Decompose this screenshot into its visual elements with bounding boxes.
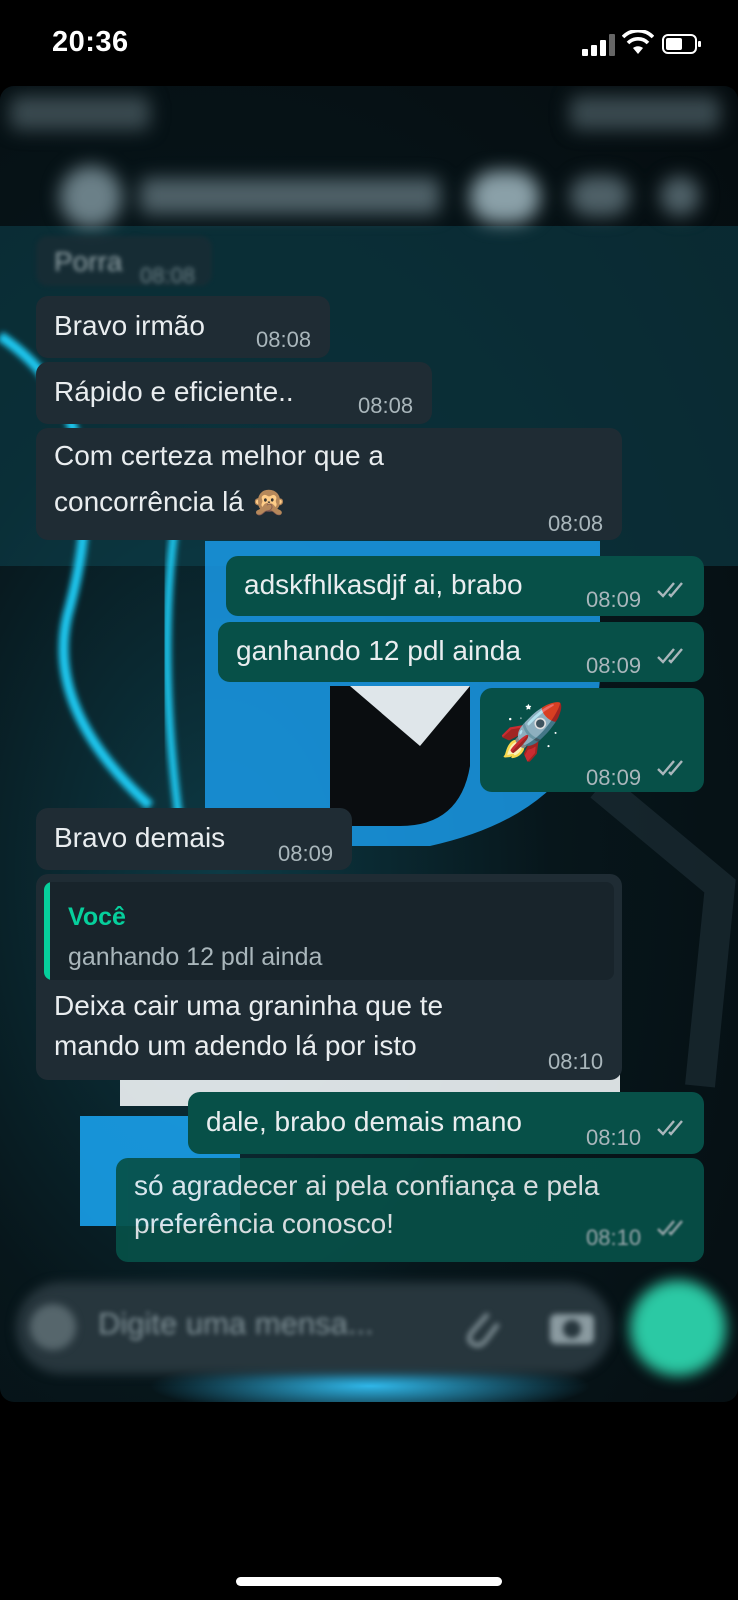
message-text-line: mando um adendo lá por isto [54,1030,417,1061]
double-check-icon [657,648,683,664]
message-time: 08:09 [278,841,334,866]
home-indicator[interactable] [236,1577,502,1586]
message-text: Rápido e eficiente.. [54,376,294,407]
video-call-icon[interactable] [470,171,540,223]
avatar[interactable] [60,166,122,228]
message-bubble[interactable]: Bravo demais 08:09 [36,808,352,870]
message-bubble-with-reply[interactable]: Você ganhando 12 pdl ainda Deixa cair um… [36,874,622,1080]
message-bubble[interactable]: Bravo irmão 08:08 [36,296,330,358]
cellular-signal-icon [582,34,616,56]
message-bubble-outgoing[interactable]: só agradecer ai pela confiança e pela pr… [116,1158,704,1262]
message-text-line: preferência conosco! [134,1208,394,1239]
attach-icon[interactable] [458,1302,502,1348]
status-time: 20:36 [52,26,129,58]
mic-button[interactable] [630,1280,726,1376]
message-text-line: concorrência lá 🙊 [54,486,287,517]
contact-name[interactable] [140,178,440,214]
message-text: dale, brabo demais mano [206,1106,522,1137]
message-input-placeholder[interactable]: Digite uma mensa... [98,1306,374,1342]
message-composer: Digite uma mensa... [0,1264,738,1402]
message-bubble-outgoing[interactable]: dale, brabo demais mano 08:10 [188,1092,704,1154]
message-text: adskfhlkasdjf ai, brabo [244,569,523,600]
message-time: 08:09 [586,653,642,678]
message-time: 08:10 [586,1125,642,1150]
chat-header-blurred [0,86,738,236]
menu-icon[interactable] [660,176,700,216]
message-bubble[interactable]: Rápido e eficiente.. 08:08 [36,362,432,424]
double-check-icon [657,1220,683,1236]
message-time: 08:08 [256,327,312,352]
message-time: 08:08 [140,263,196,288]
quoted-text: ganhando 12 pdl ainda [68,943,323,971]
message-text-line: Deixa cair uma graninha que te [54,990,444,1021]
message-time: 08:08 [548,511,604,536]
message-bubble-outgoing[interactable]: ganhando 12 pdl ainda 08:09 [218,622,704,682]
message-text: Bravo demais [54,822,226,853]
message-text-line: só agradecer ai pela confiança e pela [134,1170,600,1201]
status-bar: 20:36 [0,0,738,86]
message-time: 08:09 [586,765,642,790]
double-check-icon [657,760,683,776]
camera-icon[interactable] [546,1304,598,1348]
header-back[interactable] [10,96,150,130]
double-check-icon [657,582,683,598]
message-emoji: 🚀 [498,702,566,762]
message-text: Porra [54,246,123,277]
message-time: 08:08 [358,393,414,418]
message-text-line: Com certeza melhor que a [54,440,384,471]
message-time: 08:10 [548,1049,604,1074]
message-bubble-outgoing[interactable]: adskfhlkasdjf ai, brabo 08:09 [226,556,704,616]
message-bubble[interactable]: Com certeza melhor que a concorrência lá… [36,428,622,540]
wifi-icon [622,30,654,54]
double-check-icon [657,1120,683,1136]
message-time: 08:09 [586,587,642,612]
quote-bar [44,882,50,980]
quoted-message[interactable]: Você ganhando 12 pdl ainda [44,882,614,980]
message-time: 08:10 [586,1225,642,1250]
message-text: Bravo irmão [54,310,205,341]
message-text: ganhando 12 pdl ainda [236,635,521,666]
voice-call-icon[interactable] [570,176,630,216]
emoji-icon[interactable] [30,1304,76,1350]
quoted-author: Você [68,903,126,931]
header-actions[interactable] [570,96,720,130]
message-bubble[interactable]: Porra 08:08 [36,236,212,288]
chat-screen: Porra 08:08 Bravo irmão 08:08 Rápido e e… [0,86,738,1402]
message-bubble-outgoing[interactable]: 🚀 08:09 [480,688,704,792]
battery-icon [662,34,701,54]
